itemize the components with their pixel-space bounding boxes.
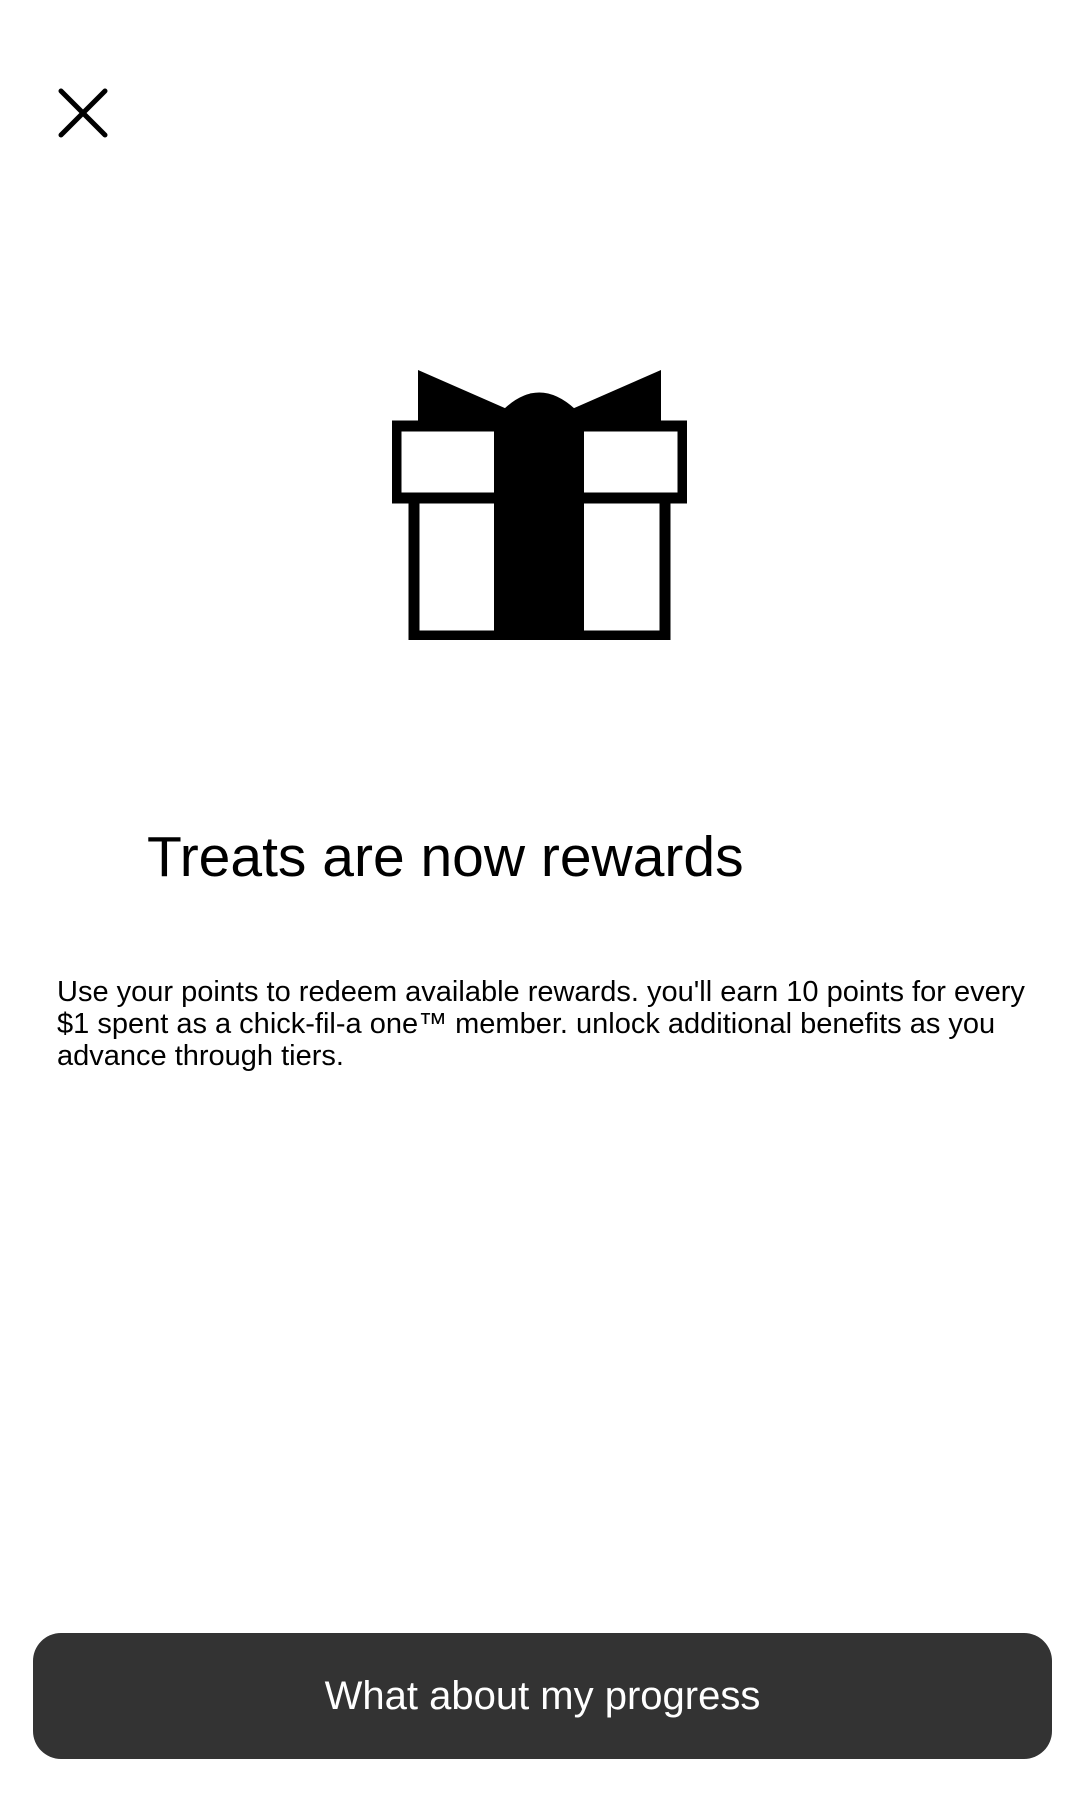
progress-button-label: What about my progress <box>324 1673 761 1718</box>
gift-icon <box>392 370 687 640</box>
progress-button[interactable]: What about my progress <box>33 1633 1052 1759</box>
rewards-description: Use your points to redeem available rewa… <box>57 976 1025 1072</box>
close-button[interactable] <box>48 78 118 148</box>
page-title: Treats are now rewards <box>147 825 744 889</box>
close-icon <box>58 88 108 138</box>
